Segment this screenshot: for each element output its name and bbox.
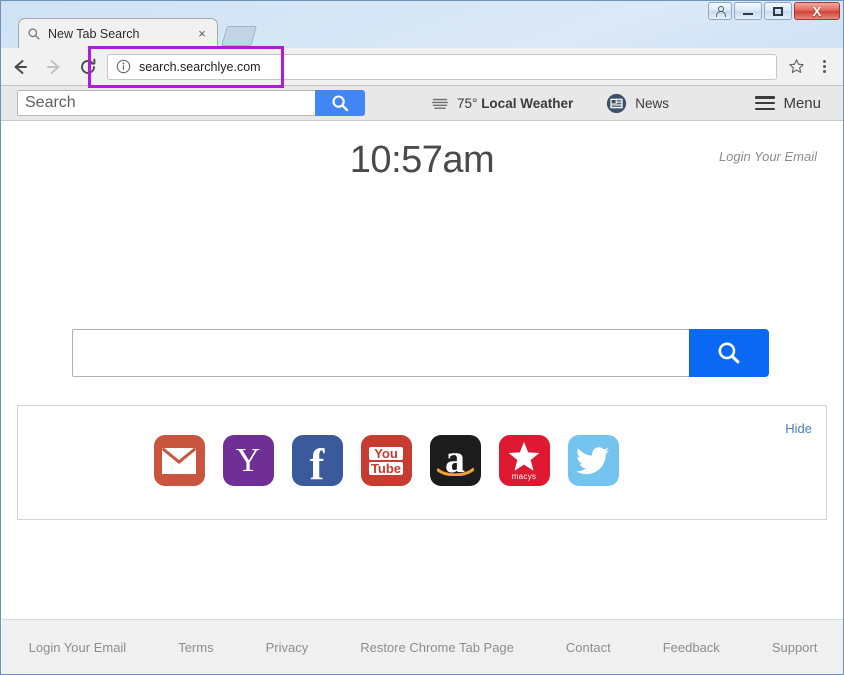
footer-link-privacy[interactable]: Privacy (240, 640, 335, 655)
address-bar-url: search.searchlye.com (139, 59, 261, 74)
reload-button[interactable] (73, 52, 103, 82)
user-icon (716, 5, 726, 17)
shortcut-gmail[interactable] (153, 435, 205, 486)
site-toolbar: 75° Local Weather News Menu (1, 86, 843, 121)
shortcut-tiles: Y f You Tube a macys (18, 435, 826, 486)
youtube-icon: You Tube (368, 446, 404, 476)
browser-window: X New Tab Search × search.searchlye.com … (0, 0, 844, 675)
news-label: News (635, 95, 669, 111)
shortcut-twitter[interactable] (567, 435, 619, 486)
login-your-email-link-top[interactable]: Login Your Email (719, 149, 817, 164)
page-content: 10:57am Login Your Email Hide Y f You Tu… (1, 121, 843, 674)
shortcuts-panel: Hide Y f You Tube a macys (17, 405, 827, 520)
main-search-button[interactable] (689, 329, 769, 377)
magnifier-icon (332, 95, 349, 112)
three-dots-icon (822, 70, 826, 73)
minimize-icon (743, 13, 753, 15)
chrome-menu-button[interactable] (811, 54, 837, 80)
site-search-input[interactable] (17, 90, 315, 116)
search-icon (28, 27, 40, 40)
tab-new-tab-search[interactable]: New Tab Search × (18, 18, 218, 48)
reload-icon (81, 58, 96, 74)
back-button[interactable] (5, 52, 35, 82)
clock-display: 10:57am (349, 139, 495, 181)
shortcut-facebook[interactable]: f (291, 435, 343, 486)
main-search-row (72, 329, 769, 377)
new-tab-button[interactable] (221, 26, 257, 46)
news-item[interactable]: News (606, 93, 669, 114)
youtube-label-top: You (368, 446, 404, 460)
bookmark-button[interactable] (783, 54, 809, 80)
back-arrow-icon (14, 59, 27, 74)
footer-link-contact[interactable]: Contact (540, 640, 637, 655)
browser-toolbar: search.searchlye.com (1, 48, 843, 86)
close-icon: X (812, 3, 822, 19)
tab-close-icon[interactable]: × (195, 27, 209, 41)
hide-shortcuts-link[interactable]: Hide (785, 421, 812, 436)
macys-star-icon (508, 442, 540, 472)
site-search-group (17, 90, 365, 116)
shortcut-youtube[interactable]: You Tube (360, 435, 412, 486)
site-menu-label: Menu (783, 94, 821, 112)
footer-link-terms[interactable]: Terms (152, 640, 239, 655)
tab-strip: New Tab Search × (0, 18, 844, 48)
footer-link-login-your-email[interactable]: Login Your Email (3, 640, 153, 655)
footer-link-feedback[interactable]: Feedback (637, 640, 746, 655)
hamburger-icon (755, 96, 776, 110)
shortcut-macys[interactable]: macys (498, 435, 550, 486)
forward-arrow-icon (47, 59, 60, 74)
twitter-icon (576, 446, 609, 474)
weather-icon (432, 98, 448, 109)
forward-button[interactable] (39, 52, 69, 82)
site-search-button[interactable] (315, 90, 365, 116)
newspaper-icon (607, 93, 627, 113)
info-circle-icon[interactable] (116, 59, 131, 74)
amazon-swoosh-icon (436, 468, 474, 476)
weather-text: 75° Local Weather (457, 96, 573, 111)
yahoo-icon: Y (235, 441, 261, 479)
weather-label: Local Weather (481, 95, 574, 111)
footer-link-support[interactable]: Support (746, 640, 843, 655)
main-search-input[interactable] (72, 329, 689, 377)
weather-temperature: 75° (457, 95, 478, 111)
facebook-icon: f (309, 440, 325, 486)
footer-link-restore-chrome-tab-page[interactable]: Restore Chrome Tab Page (334, 640, 540, 655)
page-footer: Login Your Email Terms Privacy Restore C… (2, 619, 843, 674)
shortcut-yahoo[interactable]: Y (222, 435, 274, 486)
three-dots-icon (822, 60, 826, 63)
magnifier-icon (718, 342, 740, 364)
address-bar[interactable]: search.searchlye.com (107, 53, 777, 80)
macys-label: macys (511, 472, 537, 481)
tab-title: New Tab Search (48, 26, 140, 41)
site-menu-button[interactable]: Menu (755, 95, 821, 112)
gmail-icon (162, 447, 196, 474)
three-dots-icon (822, 65, 826, 68)
shortcut-amazon[interactable]: a (429, 435, 481, 486)
star-icon (788, 59, 804, 73)
maximize-icon (773, 6, 783, 16)
youtube-label-bottom: Tube (368, 460, 404, 476)
local-weather-item[interactable]: 75° Local Weather (431, 96, 573, 111)
